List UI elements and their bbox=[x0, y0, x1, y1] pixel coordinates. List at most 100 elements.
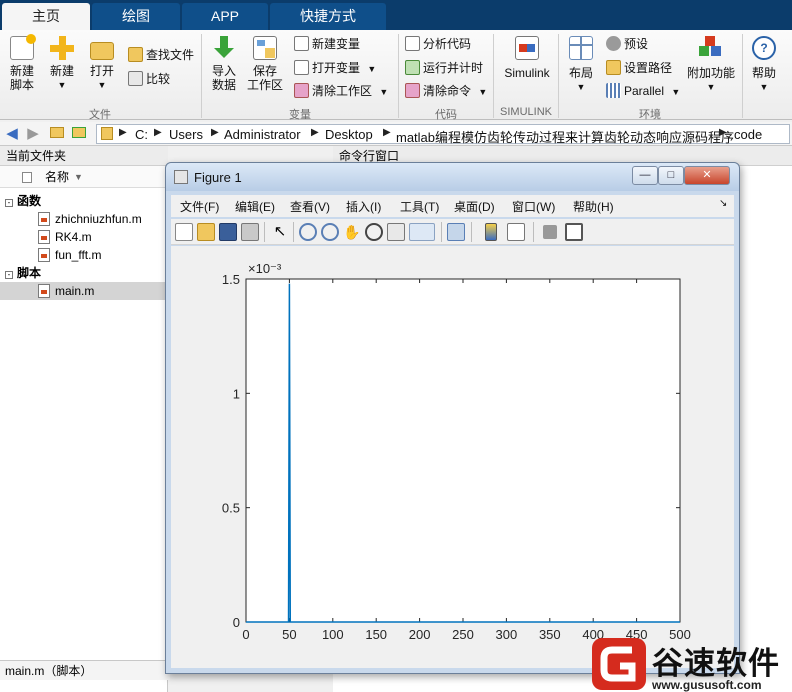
tab-plots[interactable]: 绘图 bbox=[92, 3, 180, 30]
run-and-time-button[interactable]: 运行并计时 bbox=[405, 58, 483, 78]
file-item[interactable]: RK4.m bbox=[0, 228, 168, 246]
pointer-icon[interactable]: ↖ bbox=[271, 223, 289, 241]
menu-window[interactable]: 窗口(W) bbox=[512, 198, 555, 215]
crumb-project-folder[interactable]: matlab编程模仿齿轮传动过程来计算齿轮动态响应源码程序 bbox=[396, 127, 734, 146]
import-label-2: 数据 bbox=[211, 78, 236, 92]
axes-box bbox=[245, 278, 681, 623]
simulink-button[interactable]: Simulink bbox=[500, 36, 554, 80]
tree-group-scripts[interactable]: - 脚本 bbox=[0, 264, 168, 282]
legend-icon[interactable] bbox=[507, 223, 525, 241]
parallel-button[interactable]: Parallel ▼ bbox=[606, 81, 680, 101]
browse-folder-icon[interactable] bbox=[70, 125, 88, 143]
current-folder-panel: 当前文件夹 名称 ▼ - 函数 zhichniuzhfun.m RK4.m fun… bbox=[0, 146, 168, 692]
help-button[interactable]: ? 帮助 ▼ bbox=[748, 36, 780, 94]
path-box[interactable]: ▶ C: ▶ Users ▶ Administrator ▶ Desktop ▶… bbox=[96, 124, 790, 146]
preferences-button[interactable]: 预设 bbox=[606, 34, 648, 54]
open-variable-button[interactable]: 打开变量 ▼ bbox=[294, 58, 376, 78]
import-data-button[interactable]: 导入 数据 bbox=[206, 36, 242, 92]
name-column-header[interactable]: 名称 ▼ bbox=[0, 166, 168, 188]
path-separator-icon: ▶ bbox=[383, 127, 391, 138]
clear-commands-label: 清除命令 bbox=[423, 84, 472, 98]
new-button[interactable]: 新建 ▼ bbox=[44, 36, 80, 92]
plot-area[interactable]: 0 50 100 150 200 250 300 350 400 450 50000.511.5×1… bbox=[171, 246, 734, 668]
maximize-button[interactable]: □ bbox=[658, 166, 684, 185]
tab-home[interactable]: 主页 bbox=[2, 3, 90, 30]
figure-title-bar[interactable]: Figure 1 — □ ✕ bbox=[166, 163, 739, 191]
current-folder-title: 当前文件夹 bbox=[0, 146, 168, 166]
tab-shortcuts[interactable]: 快捷方式 bbox=[270, 3, 386, 30]
x-tick-label: 0 bbox=[242, 627, 249, 642]
details-status-bar: main.m（脚本） bbox=[0, 660, 170, 680]
figure-toolbar: ↖ ✋ bbox=[171, 219, 734, 245]
crumb-drive[interactable]: C: bbox=[135, 127, 148, 142]
menu-desktop[interactable]: 桌面(D) bbox=[454, 198, 495, 215]
group-divider bbox=[742, 34, 743, 118]
collapse-icon[interactable]: - bbox=[5, 271, 13, 279]
clear-workspace-button[interactable]: 清除工作区 ▼ bbox=[294, 81, 388, 101]
collapse-icon[interactable]: - bbox=[5, 199, 13, 207]
new-script-button[interactable]: 新建 脚本 bbox=[4, 34, 40, 92]
file-name: zhichniuzhfun.m bbox=[55, 212, 142, 226]
brush-icon[interactable] bbox=[409, 223, 435, 241]
clear-workspace-label: 清除工作区 bbox=[312, 84, 373, 98]
minimize-button[interactable]: — bbox=[632, 166, 658, 185]
save-workspace-button[interactable]: 保存 工作区 bbox=[244, 36, 286, 92]
add-ons-button[interactable]: 附加功能 ▼ bbox=[686, 36, 736, 94]
crumb-users[interactable]: Users bbox=[169, 127, 203, 142]
colorbar-icon[interactable] bbox=[485, 223, 497, 241]
forward-arrow-icon[interactable]: ▶ bbox=[24, 125, 42, 143]
zoom-in-icon[interactable] bbox=[299, 223, 317, 241]
set-path-button[interactable]: 设置路径 bbox=[606, 58, 672, 78]
add-ons-label: 附加功能 bbox=[686, 66, 735, 80]
file-item-selected[interactable]: main.m bbox=[0, 282, 168, 300]
compare-button[interactable]: 比较 bbox=[128, 69, 170, 89]
folder-icon bbox=[101, 127, 113, 140]
print-icon[interactable] bbox=[241, 223, 259, 241]
crumb-desktop[interactable]: Desktop bbox=[325, 127, 373, 142]
path-separator-icon: ▶ bbox=[119, 127, 127, 138]
set-path-label: 设置路径 bbox=[624, 61, 673, 75]
tab-apps[interactable]: APP bbox=[182, 3, 268, 30]
x-tick-label: 100 bbox=[322, 627, 344, 642]
crumb-administrator[interactable]: Administrator bbox=[224, 127, 301, 142]
rotate-3d-icon[interactable] bbox=[365, 223, 383, 241]
new-figure-icon[interactable] bbox=[175, 223, 193, 241]
close-button[interactable]: ✕ bbox=[684, 166, 730, 185]
menu-file[interactable]: 文件(F) bbox=[180, 198, 219, 215]
file-name: RK4.m bbox=[55, 230, 92, 244]
menu-help[interactable]: 帮助(H) bbox=[573, 198, 614, 215]
help-label: 帮助 bbox=[751, 66, 776, 80]
clear-commands-button[interactable]: 清除命令 ▼ bbox=[405, 81, 487, 101]
show-plot-tools-icon[interactable] bbox=[565, 223, 583, 241]
crumb-code[interactable]: code bbox=[734, 127, 762, 142]
figure-canvas: 0 50 100 150 200 250 300 350 400 450 500 0 0.5 1 1.5 ×1… bbox=[171, 246, 734, 668]
file-item[interactable]: zhichniuzhfun.m bbox=[0, 210, 168, 228]
back-arrow-icon[interactable]: ◀ bbox=[3, 125, 21, 143]
up-folder-icon[interactable] bbox=[48, 125, 66, 143]
menu-view[interactable]: 查看(V) bbox=[290, 198, 330, 215]
dock-arrow-icon[interactable]: ↘ bbox=[719, 198, 727, 209]
group-label-simulink: SIMULINK bbox=[500, 106, 552, 118]
m-file-icon bbox=[38, 284, 50, 298]
tree-group-functions[interactable]: - 函数 bbox=[0, 192, 168, 210]
hide-plot-tools-icon[interactable] bbox=[543, 225, 557, 239]
find-files-button[interactable]: 查找文件 bbox=[128, 45, 194, 65]
zoom-out-icon[interactable] bbox=[321, 223, 339, 241]
save-icon[interactable] bbox=[219, 223, 237, 241]
find-files-icon bbox=[128, 47, 143, 62]
data-cursor-icon[interactable] bbox=[387, 223, 405, 241]
link-plot-icon[interactable] bbox=[447, 223, 465, 241]
figure-title: Figure 1 bbox=[194, 170, 242, 185]
file-item[interactable]: fun_fft.m bbox=[0, 246, 168, 264]
group-label-variable: 变量 bbox=[289, 109, 311, 121]
menu-insert[interactable]: 插入(I) bbox=[346, 198, 381, 215]
analyze-code-button[interactable]: 分析代码 bbox=[405, 34, 471, 54]
menu-tools[interactable]: 工具(T) bbox=[400, 198, 439, 215]
layout-button[interactable]: 布局 ▼ bbox=[564, 36, 598, 94]
open-button[interactable]: 打开 ▼ bbox=[84, 36, 120, 92]
pan-hand-icon[interactable]: ✋ bbox=[343, 223, 361, 241]
menu-edit[interactable]: 编辑(E) bbox=[235, 198, 275, 215]
group-label-file: 文件 bbox=[89, 109, 111, 121]
open-file-icon[interactable] bbox=[197, 223, 215, 241]
new-variable-button[interactable]: 新建变量 bbox=[294, 34, 360, 54]
